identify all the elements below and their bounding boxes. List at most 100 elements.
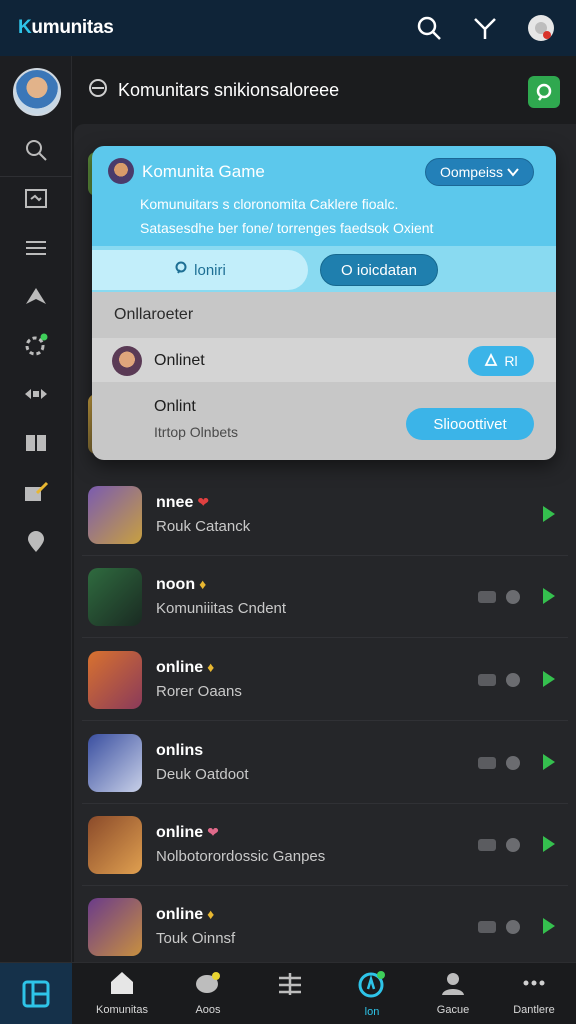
home-icon [108,969,136,1002]
status-toggles[interactable] [478,920,520,934]
pin-icon [174,261,188,279]
list-item[interactable]: online ♦ Touk Oinnsf [82,886,568,968]
dashboard-icon[interactable] [0,963,72,1024]
nav-label: Dantlere [513,1004,555,1016]
popup-avatar [108,158,134,184]
nav-profile[interactable]: Gacue [413,969,493,1023]
left-rail [0,56,72,962]
list-item[interactable]: onlins Deuk Oatdoot [82,722,568,804]
app-logo[interactable]: Kumunitas [18,17,114,39]
toggle-dot[interactable] [506,756,520,770]
list-item-subtitle: Nolbotorordossic Ganpes [156,848,326,865]
status-toggles[interactable] [478,590,520,604]
play-icon[interactable] [538,916,558,936]
list-item-subtitle: Touk Oinnsf [156,930,236,947]
bottom-nav: Komunitas Aoos lon Gacue Dantlere [0,962,576,1024]
gear-icon[interactable] [20,329,52,361]
menu-lines-icon[interactable] [20,232,52,264]
popup-dropdown-label: Oompeiss [439,164,503,180]
nav-more[interactable]: Dantlere [494,969,574,1023]
toggle-rect[interactable] [478,674,496,686]
list-item-subtitle: Deuk Oatdoot [156,766,249,783]
more-icon [520,969,548,1002]
popup-dropdown[interactable]: Oompeiss [424,158,534,186]
nav-label: lon [364,1006,380,1018]
location-pin-icon[interactable] [20,526,52,558]
status-toggles[interactable] [478,673,520,687]
list-item[interactable]: online ♦ Rorer Oaans [82,639,568,721]
nav-label: Gacue [436,1004,470,1016]
section-title: Onllaroeter [114,306,194,323]
popup-item2-subtitle: Itrtop Olnbets [154,424,239,440]
play-icon[interactable] [538,834,558,854]
cards-icon[interactable] [20,427,52,459]
tab-online[interactable]: loniri [92,250,308,290]
game-thumbnail [88,651,142,709]
play-icon[interactable] [538,504,558,524]
list-item-subtitle: Komuniiitas Cndent [156,600,287,617]
list-icon [276,969,304,1002]
popup-item-button[interactable]: Rl [468,346,534,376]
toggle-dot[interactable] [506,920,520,934]
page-title: Komunitars snikionsaloreee [118,79,340,100]
toggle-rect[interactable] [478,591,496,603]
list-item[interactable]: nnee ❤ Rouk Catanck [82,474,568,556]
play-icon[interactable] [538,752,558,772]
popup-tabs: loniri O ioicdatan [92,246,556,292]
play-icon[interactable] [538,669,558,689]
game-popup-card[interactable]: Komunita Game Oompeiss Komunuitars s clo… [92,146,556,460]
nav-explore[interactable]: lon [332,969,412,1023]
chat-bubble-icon [194,969,222,1002]
nav-chat[interactable]: Aoos [168,969,248,1023]
top-bar: Kumunitas [0,0,576,56]
search-friends-button[interactable] [528,76,560,108]
list-item-name: online ♦ [156,659,215,676]
share-icon [484,352,498,370]
game-thumbnail [88,898,142,956]
search-icon[interactable] [20,134,52,166]
status-toggles[interactable] [478,838,520,852]
list-item-name: online ♦ [156,906,215,923]
toggle-dot[interactable] [506,673,520,687]
toggle-rect[interactable] [478,921,496,933]
popup-body: Onllaroeter Onlinet Rl Onlint Itrtop Oln… [92,292,556,460]
profile-icon [439,969,467,1002]
toggle-dot[interactable] [506,838,520,852]
edit-icon[interactable] [20,476,52,508]
nav-label: Komunitas [96,1004,148,1016]
list-item[interactable]: noon ♦ Komuniiitas Cndent [82,556,568,638]
popup-title: Komunita Game [142,162,265,181]
list-item[interactable]: online ❤ Nolbotorordossic Ganpes [82,804,568,886]
list-item-name: onlins [156,742,204,759]
popup-item2-button[interactable]: Sliooottivet [406,408,534,440]
chat-icon[interactable] [20,183,52,215]
settings-gear-icon[interactable] [524,11,558,45]
avatar [112,346,142,376]
tab-invitation[interactable]: O ioicdatan [320,254,438,286]
game-thumbnail [88,734,142,792]
toggle-rect[interactable] [478,839,496,851]
filter-icon[interactable] [468,11,502,45]
toggle-dot[interactable] [506,590,520,604]
chevron-down-icon [507,164,519,180]
arrows-icon[interactable] [20,378,52,410]
popup-item-name: Onlinet [154,352,205,369]
nav-label: Aoos [195,1004,221,1016]
nav-home[interactable]: Komunitas [82,969,162,1023]
list-item-subtitle: Rouk Catanck [156,518,251,535]
toggle-rect[interactable] [478,757,496,769]
nav-list[interactable] [250,969,330,1023]
popup-desc-line: Komunuitars s cloronomita Caklere fioalc… [140,196,399,212]
status-toggles[interactable] [478,756,520,770]
avatar[interactable] [13,68,61,116]
list-item-name: online ❤ [156,824,219,841]
tab-label: loniri [194,261,226,279]
list-item-subtitle: Rorer Oaans [156,683,242,700]
play-icon[interactable] [538,586,558,606]
popup-list-item[interactable]: Onlinet Rl [92,338,556,382]
list-item-name: noon ♦ [156,576,207,593]
popup-desc-line: Satasesdhe ber fone/ torrenges faedsok O… [140,220,434,236]
bookmark-icon[interactable] [20,280,52,312]
rail-divider [0,176,72,177]
search-icon[interactable] [412,11,446,45]
